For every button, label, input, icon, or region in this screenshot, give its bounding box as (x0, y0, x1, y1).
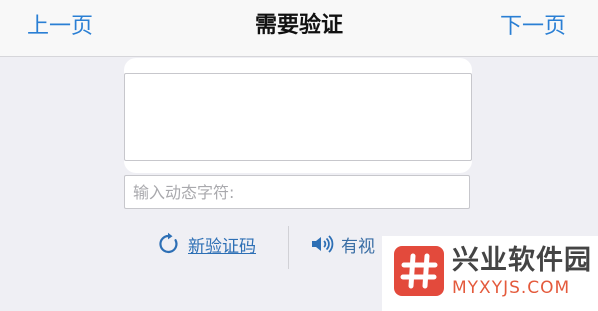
audio-captcha-label: 有视 (341, 236, 375, 257)
navigation-bar: 上一页 需要验证 下一页 (0, 0, 598, 57)
next-page-button[interactable]: 下一页 (500, 12, 566, 42)
captcha-image (124, 73, 472, 161)
watermark-name: 兴业软件园 (452, 245, 592, 276)
captcha-input[interactable] (124, 175, 470, 209)
watermark-url: MYXYJS.COM (452, 278, 571, 298)
new-captcha-label: 新验证码 (188, 236, 256, 257)
audio-captcha-button[interactable]: 有视 (310, 226, 375, 262)
action-divider (288, 226, 289, 269)
speaker-icon (310, 232, 334, 256)
watermark-banner: 兴业软件园 MYXYJS.COM (382, 236, 598, 311)
new-captcha-button[interactable]: 新验证码 (157, 226, 256, 262)
refresh-icon (157, 232, 181, 256)
hash-logo-icon (394, 246, 444, 296)
